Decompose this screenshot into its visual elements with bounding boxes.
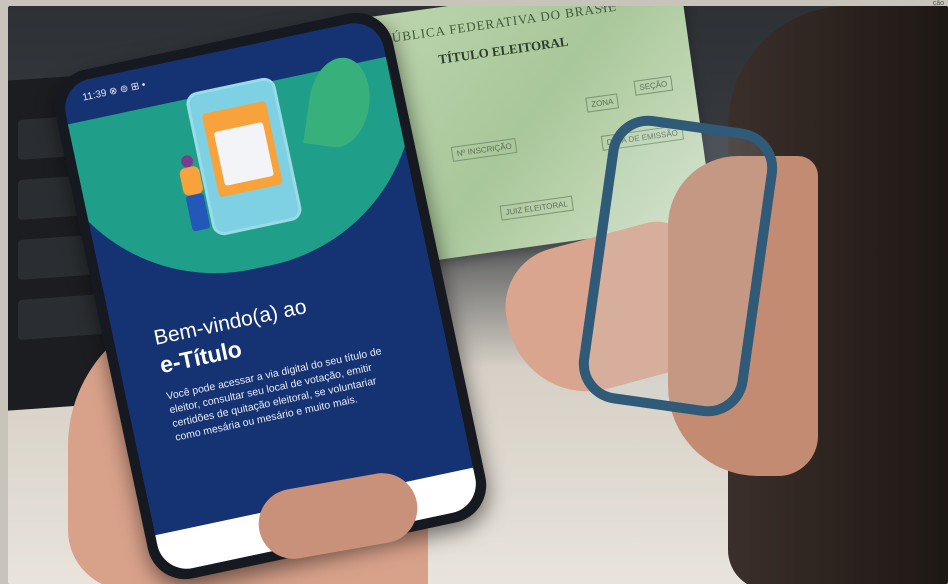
photo-watermark: ção (932, 0, 944, 7)
status-bar-time: 11:39 ⊗ ⊚ ⊞ • (81, 79, 147, 104)
photo-frame: REPÚBLICA FEDERATIVA DO BRASIL IDENTIFIC… (8, 6, 948, 584)
photo-scene: REPÚBLICA FEDERATIVA DO BRASIL IDENTIFIC… (0, 0, 948, 584)
document-illustration-page (213, 121, 275, 187)
voter-card-title: TÍTULO ELEITORAL (437, 33, 570, 67)
person-illustration-body (178, 165, 205, 197)
voter-card-field-zone: ZONA (585, 93, 620, 113)
voter-card-field-inscription: Nº INSCRIÇÃO (450, 137, 518, 162)
voter-card-field-section: SEÇÃO (633, 75, 674, 96)
voter-card-field-judge: JUIZ ELEITORAL (499, 195, 574, 221)
person-illustration-legs (185, 192, 211, 232)
document-illustration (201, 100, 283, 198)
